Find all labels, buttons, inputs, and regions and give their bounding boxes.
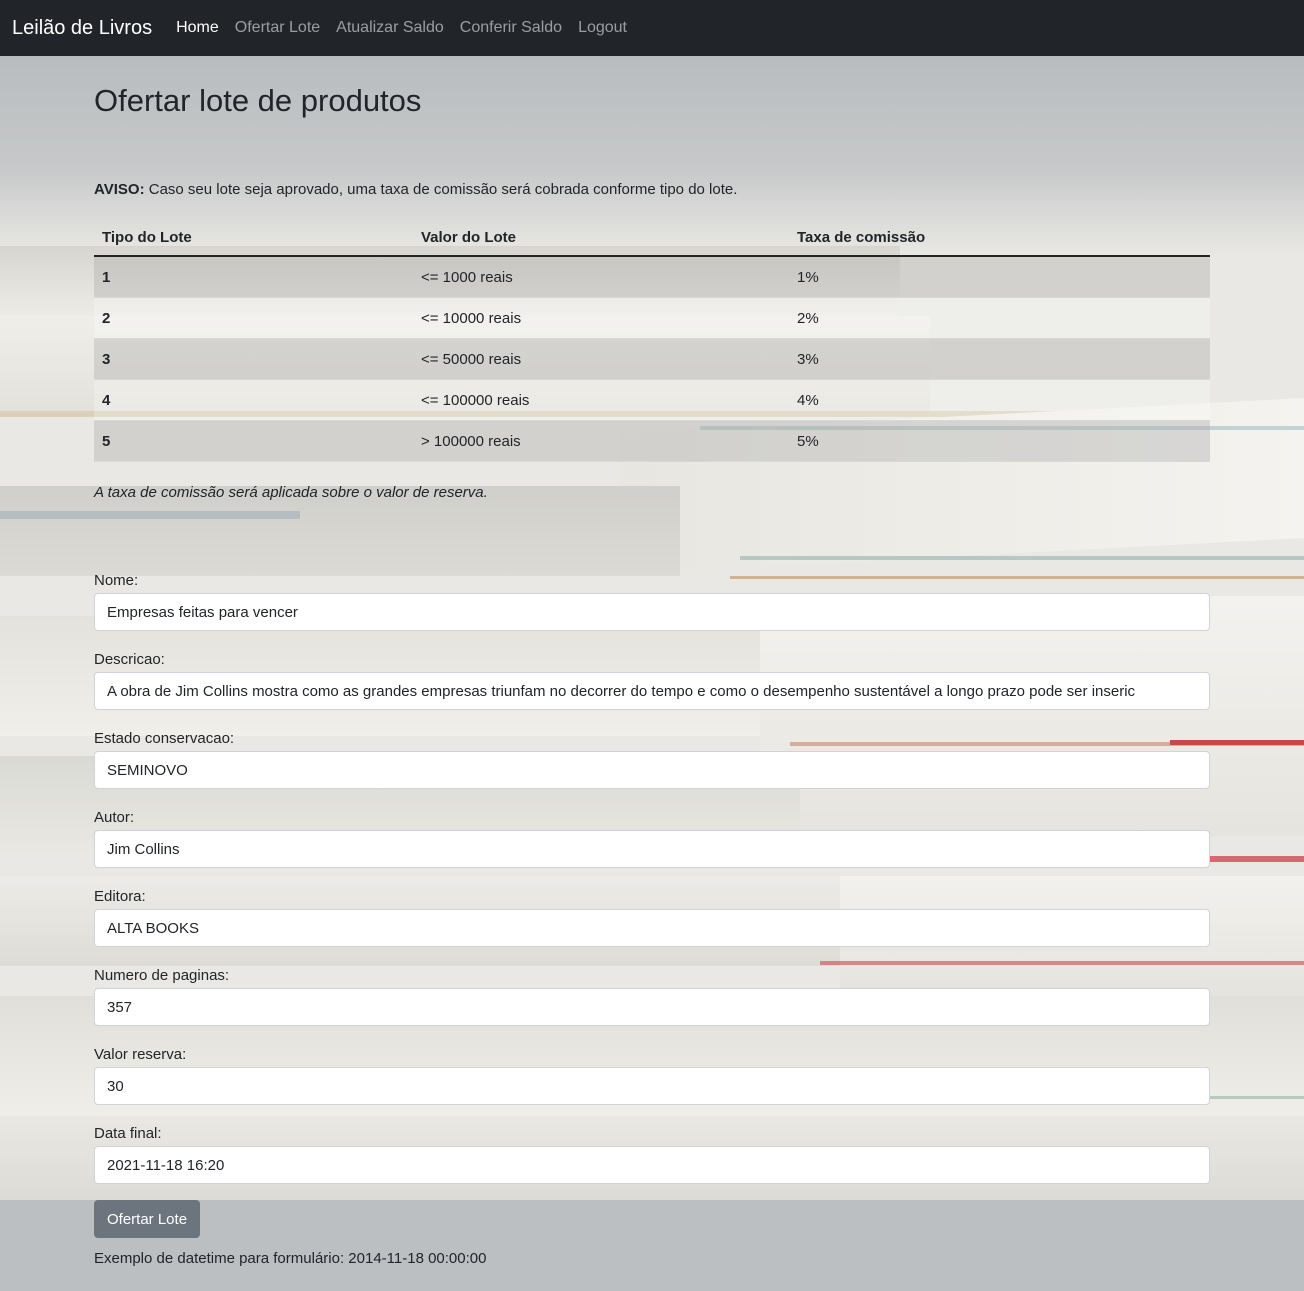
estado-conservacao-label: Estado conservacao: [94, 730, 235, 747]
field-data-final: Data final: [94, 1124, 1210, 1184]
cell-tipo: 2 [94, 297, 413, 339]
cell-taxa: 4% [789, 379, 1210, 421]
descricao-input[interactable] [94, 672, 1210, 710]
editora-input[interactable] [94, 909, 1210, 947]
header-taxa-de-comissao: Taxa de comissão [789, 218, 1210, 257]
descricao-label: Descricao: [94, 651, 165, 668]
nome-label: Nome: [94, 572, 139, 589]
cell-tipo: 4 [94, 379, 413, 421]
autor-label: Autor: [94, 809, 135, 826]
field-editora: Editora: [94, 887, 1210, 947]
cell-taxa: 2% [789, 297, 1210, 339]
header-valor-do-lote: Valor do Lote [413, 218, 789, 257]
cell-tipo: 1 [94, 256, 413, 298]
cell-tipo: 5 [94, 420, 413, 462]
ofertar-lote-button[interactable]: Ofertar Lote [94, 1200, 201, 1238]
cell-taxa: 3% [789, 338, 1210, 380]
valor-reserva-input[interactable] [94, 1067, 1210, 1105]
field-autor: Autor: [94, 808, 1210, 868]
field-numero-paginas: Numero de paginas: [94, 966, 1210, 1026]
main-content: Ofertar lote de produtos AVISO: Caso seu… [94, 56, 1210, 1269]
field-nome: Nome: [94, 571, 1210, 631]
table-row: 2 <= 10000 reais 2% [94, 297, 1210, 339]
numero-paginas-label: Numero de paginas: [94, 967, 230, 984]
estado-conservacao-input[interactable] [94, 751, 1210, 789]
aviso-text: Caso seu lote seja aprovado, uma taxa de… [144, 181, 738, 198]
cell-valor: > 100000 reais [413, 420, 789, 462]
autor-input[interactable] [94, 830, 1210, 868]
nav-link-atualizar-saldo[interactable]: Atualizar Saldo [328, 0, 452, 56]
numero-paginas-input[interactable] [94, 988, 1210, 1026]
table-row: 5 > 100000 reais 5% [94, 420, 1210, 462]
data-final-label: Data final: [94, 1125, 162, 1142]
cell-valor: <= 10000 reais [413, 297, 789, 339]
nav-link-logout[interactable]: Logout [570, 0, 635, 56]
commission-table: Tipo do Lote Valor do Lote Taxa de comis… [94, 218, 1210, 462]
cell-valor: <= 1000 reais [413, 256, 789, 298]
brand-link[interactable]: Leilão de Livros [12, 0, 152, 56]
field-descricao: Descricao: [94, 650, 1210, 710]
cell-tipo: 3 [94, 338, 413, 380]
nav-link-conferir-saldo[interactable]: Conferir Saldo [452, 0, 570, 56]
table-row: 4 <= 100000 reais 4% [94, 379, 1210, 421]
cell-taxa: 1% [789, 256, 1210, 298]
table-row: 3 <= 50000 reais 3% [94, 338, 1210, 380]
aviso-label: AVISO: [94, 181, 145, 198]
header-tipo-do-lote: Tipo do Lote [94, 218, 413, 257]
data-final-input[interactable] [94, 1146, 1210, 1184]
table-header-row: Tipo do Lote Valor do Lote Taxa de comis… [94, 218, 1210, 257]
editora-label: Editora: [94, 888, 146, 905]
field-valor-reserva: Valor reserva: [94, 1045, 1210, 1105]
ofertar-lote-form: Nome: Descricao: Estado conservacao: Aut… [94, 571, 1210, 1269]
aviso-notice: AVISO: Caso seu lote seja aprovado, uma … [94, 180, 1210, 200]
table-row: 1 <= 1000 reais 1% [94, 256, 1210, 298]
field-estado-conservacao: Estado conservacao: [94, 729, 1210, 789]
cell-taxa: 5% [789, 420, 1210, 462]
cell-valor: <= 50000 reais [413, 338, 789, 380]
nav-link-home[interactable]: Home [168, 0, 227, 56]
page-title: Ofertar lote de produtos [94, 83, 422, 118]
commission-note: A taxa de comissão será aplicada sobre o… [94, 484, 488, 501]
nome-input[interactable] [94, 593, 1210, 631]
valor-reserva-label: Valor reserva: [94, 1046, 187, 1063]
nav-link-ofertar-lote[interactable]: Ofertar Lote [227, 0, 328, 56]
cell-valor: <= 100000 reais [413, 379, 789, 421]
datetime-example-text: Exemplo de datetime para formulário: 201… [94, 1250, 487, 1267]
top-navbar: Leilão de Livros Home Ofertar Lote Atual… [0, 0, 1304, 56]
